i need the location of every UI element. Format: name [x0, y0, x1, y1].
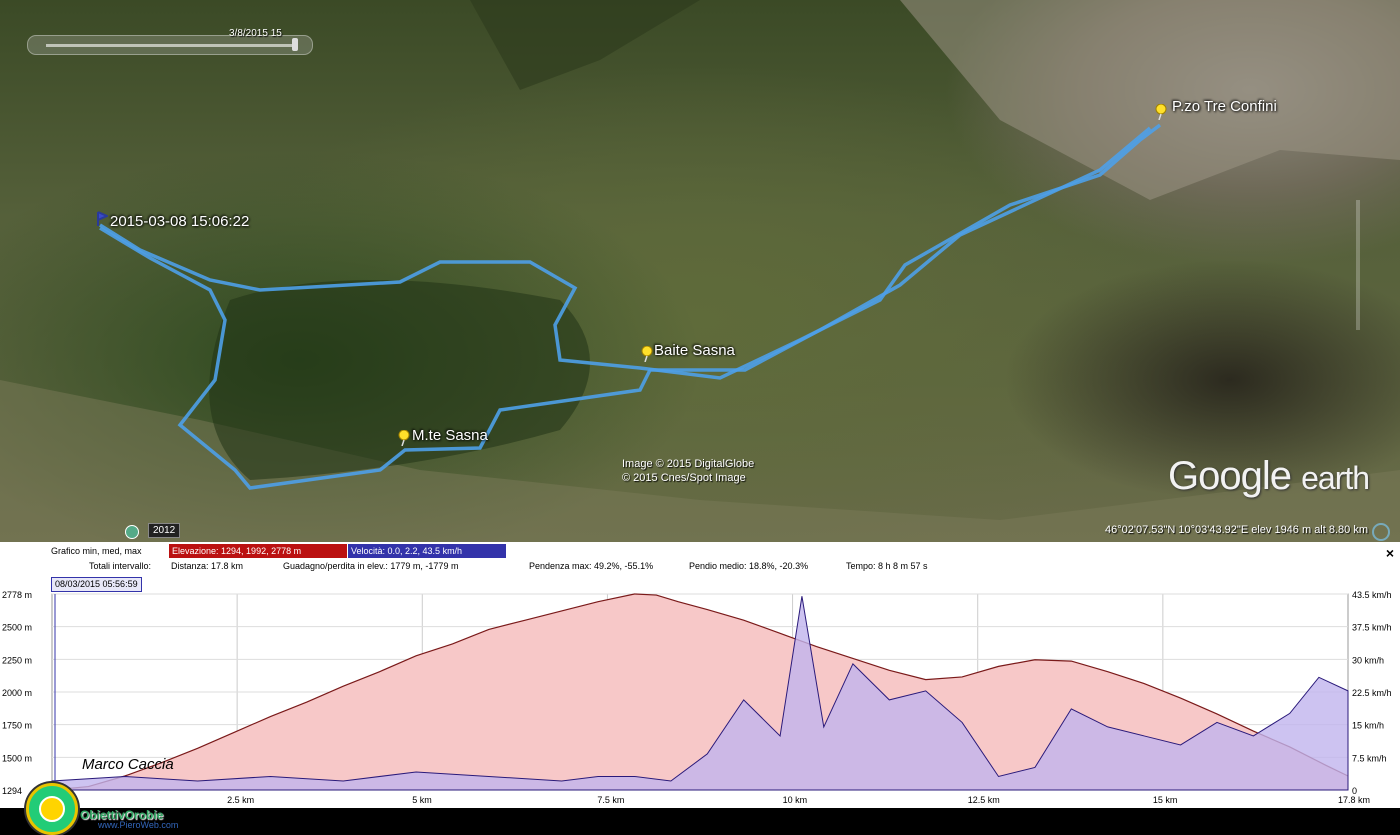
y-right-tick-label: 43.5 km/h [1352, 590, 1392, 600]
logo-sub-text: earth [1301, 460, 1370, 496]
attribution-line: © 2015 Cnes/Spot Image [622, 472, 746, 484]
x-tick-label: 17.8 km [1338, 795, 1370, 805]
y-right-tick-label: 22.5 km/h [1352, 688, 1392, 698]
pushpin-icon[interactable] [1155, 104, 1167, 120]
speed-stat[interactable]: Velocità: 0.0, 2.2, 43.5 km/h [348, 544, 506, 558]
x-tick-label: 2.5 km [227, 795, 254, 805]
logo-main-text: Google [1168, 454, 1292, 498]
author-label: Marco Caccia [82, 756, 174, 773]
navigation-compass-icon[interactable] [1372, 523, 1390, 541]
time-slider-track[interactable] [46, 44, 296, 47]
historical-year-badge[interactable]: 2012 [148, 523, 181, 538]
profile-totals-row: Totali intervallo: Distanza: 17.8 km Gua… [0, 559, 1400, 573]
profile-stats-row: Grafico min, med, max Elevazione: 1294, … [0, 544, 1400, 561]
pushpin-icon[interactable] [641, 346, 653, 362]
zoom-slider[interactable] [1356, 200, 1360, 330]
placemark-label-mte-sasna[interactable]: M.te Sasna [412, 427, 488, 444]
y-right-tick-label: 37.5 km/h [1352, 623, 1392, 633]
start-timestamp-label: 2015-03-08 15:06:22 [110, 213, 250, 230]
time-slider-label: 3/8/2015 15 [229, 28, 282, 39]
attribution-line: Image © 2015 DigitalGlobe [622, 458, 755, 470]
x-tick-label: 12.5 km [968, 795, 1000, 805]
y-right-tick-label: 7.5 km/h [1352, 753, 1387, 763]
x-tick-label: 5 km [412, 795, 432, 805]
satellite-map-view[interactable]: 3/8/2015 15 2015-03-08 15:06:22 P.zo Tre… [0, 0, 1400, 542]
placemark-label-tre-confini[interactable]: P.zo Tre Confini [1172, 98, 1277, 115]
y-left-tick-label: 2250 m [2, 655, 32, 665]
x-tick-label: 7.5 km [597, 795, 624, 805]
chart-svg[interactable]: 2778 m 2500 m 2250 m 2000 m 1750 m 1500 m 1294… [0, 590, 1400, 808]
y-left-tick-label: 1750 m [2, 721, 32, 731]
imagery-attribution: Image © 2015 DigitalGlobe © 2015 Cnes/Sp… [622, 457, 754, 485]
start-flag-icon[interactable] [96, 211, 108, 227]
y-left-tick-label: 2000 m [2, 688, 32, 698]
status-bar: 2012 46°02'07.53"N 10°03'43.92"E elev 19… [0, 522, 1400, 542]
obiettivorobie-logo [26, 783, 78, 835]
x-tick-label: 15 km [1153, 795, 1178, 805]
time-stat: Tempo: 8 h 8 m 57 s [846, 561, 928, 571]
y-left-tick-label: 2500 m [2, 623, 32, 633]
pushpin-icon[interactable] [398, 430, 410, 446]
elevation-stat[interactable]: Elevazione: 1294, 1992, 2778 m [169, 544, 347, 558]
y-left-tick-label: 1500 m [2, 753, 32, 763]
distance-stat: Distanza: 17.8 km [171, 561, 244, 571]
logo-url: www.PieroWeb.com [98, 820, 179, 830]
google-earth-logo: Google earth [1168, 454, 1370, 499]
y-right-tick-label: 15 km/h [1352, 721, 1384, 731]
elevation-speed-chart[interactable]: 2778 m 2500 m 2250 m 2000 m 1750 m 1500 m 1294… [0, 590, 1400, 835]
slope-avg-stat: Pendio medio: 18.8%, -20.3% [689, 561, 809, 571]
y-right-tick-label: 30 km/h [1352, 655, 1384, 665]
x-tick-label: 10 km [783, 795, 808, 805]
slope-max-stat: Pendenza max: 49.2%, -55.1% [529, 561, 654, 571]
historical-imagery-icon[interactable] [125, 525, 139, 539]
placemark-label-baite-sasna[interactable]: Baite Sasna [654, 342, 735, 359]
y-left-tick-label: 1294 [2, 786, 22, 796]
y-left-tick-label: 2778 m [2, 590, 32, 600]
totals-label: Totali intervallo: [89, 561, 152, 571]
gain-loss-stat: Guadagno/perdita in elev.: 1779 m, -1779… [283, 561, 459, 571]
coordinates-readout: 46°02'07.53"N 10°03'43.92"E elev 1946 m … [1105, 524, 1368, 536]
chart-mode-label[interactable]: Grafico min, med, max [48, 544, 168, 558]
time-slider-handle[interactable] [292, 38, 298, 51]
elevation-profile-panel: Grafico min, med, max Elevazione: 1294, … [0, 542, 1400, 835]
